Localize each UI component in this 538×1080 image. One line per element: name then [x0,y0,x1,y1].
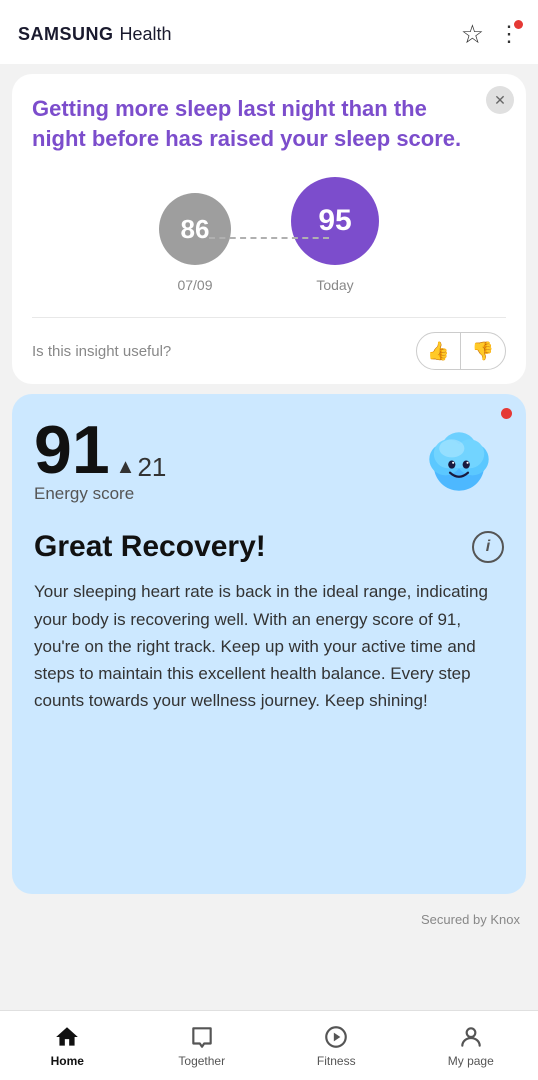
nav-item-home[interactable]: Home [0,1011,135,1080]
energy-score-card: 91 ▲ 21 Energy score [12,394,526,894]
together-nav-label: Together [178,1054,225,1068]
feedback-label: Is this insight useful? [32,343,171,360]
previous-score-item: 86 07/09 [159,193,231,293]
close-button[interactable]: ✕ [486,86,514,114]
feedback-row: Is this insight useful? 👍 👎 [32,317,506,384]
sleep-insight-card: ✕ Getting more sleep last night than the… [12,74,526,384]
fitness-nav-label: Fitness [317,1054,356,1068]
nav-item-together[interactable]: Together [135,1011,270,1080]
app-header: SAMSUNG Health ☆ ⋮ [0,0,538,64]
bottom-navigation: Home Together Fitness My page [0,1010,538,1080]
recovery-title-row: Great Recovery! i [34,530,504,564]
energy-notification-dot [501,408,512,419]
thumbs-down-button[interactable]: 👎 [461,333,505,369]
brand-name: SAMSUNG [18,24,114,45]
previous-score-circle: 86 [159,193,231,265]
sleep-card-title: Getting more sleep last night than the n… [32,94,506,153]
energy-header: 91 ▲ 21 Energy score [34,416,504,526]
cloud-mascot [414,416,504,506]
info-button[interactable]: i [472,531,504,563]
app-name: Health [120,24,172,45]
nav-item-fitness[interactable]: Fitness [269,1011,404,1080]
my-page-nav-label: My page [448,1054,494,1068]
home-icon [54,1024,80,1050]
score-comparison: 86 07/09 95 Today [32,177,506,301]
energy-change-value: 21 [137,452,166,483]
arrow-up-icon: ▲ [116,456,136,479]
logo: SAMSUNG Health [18,24,172,45]
previous-score-date: 07/09 [177,277,212,293]
header-actions: ☆ ⋮ [461,21,520,47]
my-page-icon [458,1024,484,1050]
together-icon [189,1024,215,1050]
knox-label: Secured by Knox [0,904,538,931]
energy-score-number: 91 [34,416,110,484]
energy-score-change: ▲ 21 [116,452,167,483]
fitness-icon [323,1024,349,1050]
star-icon[interactable]: ☆ [461,21,484,47]
today-score-circle: 95 [291,177,379,265]
recovery-body-text: Your sleeping heart rate is back in the … [34,578,504,714]
energy-score-group: 91 ▲ 21 Energy score [34,416,166,526]
knox-text: Secured by Knox [421,912,520,927]
energy-label: Energy score [34,484,166,504]
today-score-item: 95 Today [291,177,379,293]
recovery-title: Great Recovery! [34,530,266,564]
thumbs-up-button[interactable]: 👍 [417,333,461,369]
feedback-buttons: 👍 👎 [416,332,506,370]
notification-dot [514,20,523,29]
today-score-date: Today [316,277,353,293]
energy-score-row: 91 ▲ 21 [34,416,166,484]
nav-item-my-page[interactable]: My page [404,1011,538,1080]
more-menu-button[interactable]: ⋮ [498,23,520,46]
home-nav-label: Home [51,1054,84,1068]
